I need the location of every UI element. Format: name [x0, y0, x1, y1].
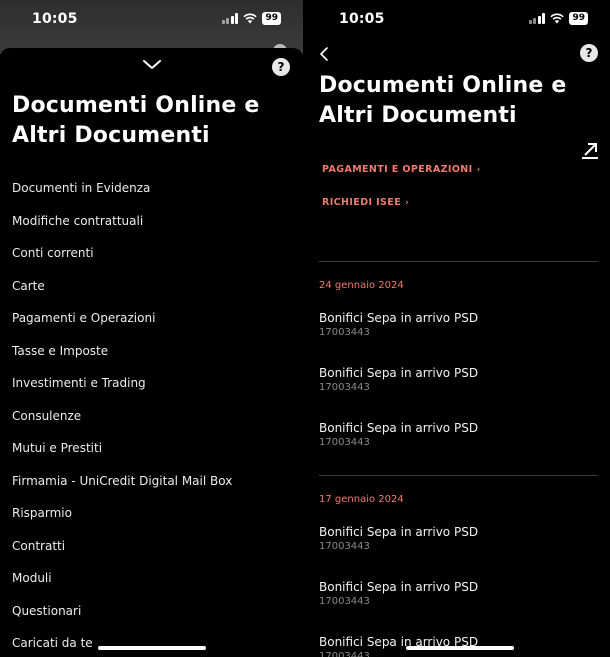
link-label: PAGAMENTI E OPERAZIONI: [322, 164, 473, 175]
group-date: 17 gennaio 2024: [319, 494, 404, 505]
divider: [319, 261, 598, 262]
chevron-right-icon: ›: [405, 198, 410, 208]
battery-icon: 99: [569, 12, 588, 25]
document-code: 17003443: [319, 651, 370, 657]
help-icon[interactable]: ?: [580, 44, 598, 62]
status-time: 10:05: [339, 11, 385, 27]
menu-item[interactable]: Mutui e Prestiti: [12, 436, 232, 469]
document-code: 17003443: [319, 382, 370, 393]
status-bar: 10:05 99: [307, 0, 610, 40]
chevron-left-icon[interactable]: [319, 46, 329, 62]
link-label: RICHIEDI ISEE: [322, 197, 402, 208]
document-item[interactable]: Bonifici Sepa in arrivo PSD 17003443: [319, 524, 478, 554]
menu-item[interactable]: Caricati da te: [12, 631, 232, 657]
menu-item[interactable]: Carte: [12, 274, 232, 307]
document-name: Bonifici Sepa in arrivo PSD: [319, 311, 479, 325]
status-time: 10:05: [32, 11, 78, 27]
left-screen: 10:05 99 ? Documenti Online e Altri Docu…: [0, 0, 303, 657]
divider: [319, 475, 598, 476]
document-item[interactable]: Bonifici Sepa in arrivo PSD 17003443: [319, 365, 478, 395]
document-code: 17003443: [319, 437, 370, 448]
link-pagamenti-operazioni[interactable]: PAGAMENTI E OPERAZIONI ›: [322, 164, 481, 175]
menu-item[interactable]: Pagamenti e Operazioni: [12, 306, 232, 339]
right-screen: 10:05 99 ? Documenti Online e Altri Docu…: [307, 0, 610, 657]
signal-icon: [528, 13, 546, 24]
menu-item[interactable]: Risparmio: [12, 501, 232, 534]
document-name: Bonifici Sepa in arrivo PSD: [319, 421, 479, 435]
menu-item[interactable]: Contratti: [12, 534, 232, 567]
title-line-2: Altri Documenti: [319, 103, 517, 128]
page-title: Documenti Online e Altri Documenti: [319, 71, 567, 131]
menu-item[interactable]: Modifiche contrattuali: [12, 209, 232, 242]
external-link-icon[interactable]: [581, 141, 599, 159]
chevron-right-icon: ›: [476, 165, 481, 175]
help-icon[interactable]: ?: [272, 58, 290, 76]
document-name: Bonifici Sepa in arrivo PSD: [319, 580, 479, 594]
link-richiedi-isee[interactable]: RICHIEDI ISEE ›: [322, 197, 409, 208]
wifi-icon: [550, 13, 565, 24]
document-name: Bonifici Sepa in arrivo PSD: [319, 525, 479, 539]
menu-item[interactable]: Firmamia - UniCredit Digital Mail Box: [12, 469, 232, 502]
document-item[interactable]: Bonifici Sepa in arrivo PSD 17003443: [319, 579, 478, 609]
document-item[interactable]: Bonifici Sepa in arrivo PSD 17003443: [319, 310, 478, 340]
menu-item[interactable]: Tasse e Imposte: [12, 339, 232, 372]
document-code: 17003443: [319, 596, 370, 607]
wifi-icon: [243, 13, 258, 24]
menu-item[interactable]: Conti correnti: [12, 241, 232, 274]
battery-icon: 99: [262, 12, 281, 25]
document-code: 17003443: [319, 327, 370, 338]
page-title: Documenti Online e Altri Documenti: [12, 91, 260, 151]
group-date: 24 gennaio 2024: [319, 280, 404, 291]
status-bar: 10:05 99: [0, 0, 303, 40]
title-line-1: Documenti Online e: [12, 93, 260, 118]
menu-item[interactable]: Investimenti e Trading: [12, 371, 232, 404]
title-line-1: Documenti Online e: [319, 73, 567, 98]
chevron-down-icon[interactable]: [140, 58, 164, 72]
category-menu: Documenti in Evidenza Modifiche contratt…: [12, 176, 232, 657]
home-indicator[interactable]: [406, 646, 514, 650]
menu-item[interactable]: Documenti in Evidenza: [12, 176, 232, 209]
menu-item[interactable]: Consulenze: [12, 404, 232, 437]
title-line-2: Altri Documenti: [12, 123, 210, 148]
document-name: Bonifici Sepa in arrivo PSD: [319, 366, 479, 380]
signal-icon: [221, 13, 239, 24]
home-indicator[interactable]: [98, 646, 206, 650]
menu-item[interactable]: Questionari: [12, 599, 232, 632]
document-code: 17003443: [319, 541, 370, 552]
menu-item[interactable]: Moduli: [12, 566, 232, 599]
document-item[interactable]: Bonifici Sepa in arrivo PSD 17003443: [319, 420, 478, 450]
